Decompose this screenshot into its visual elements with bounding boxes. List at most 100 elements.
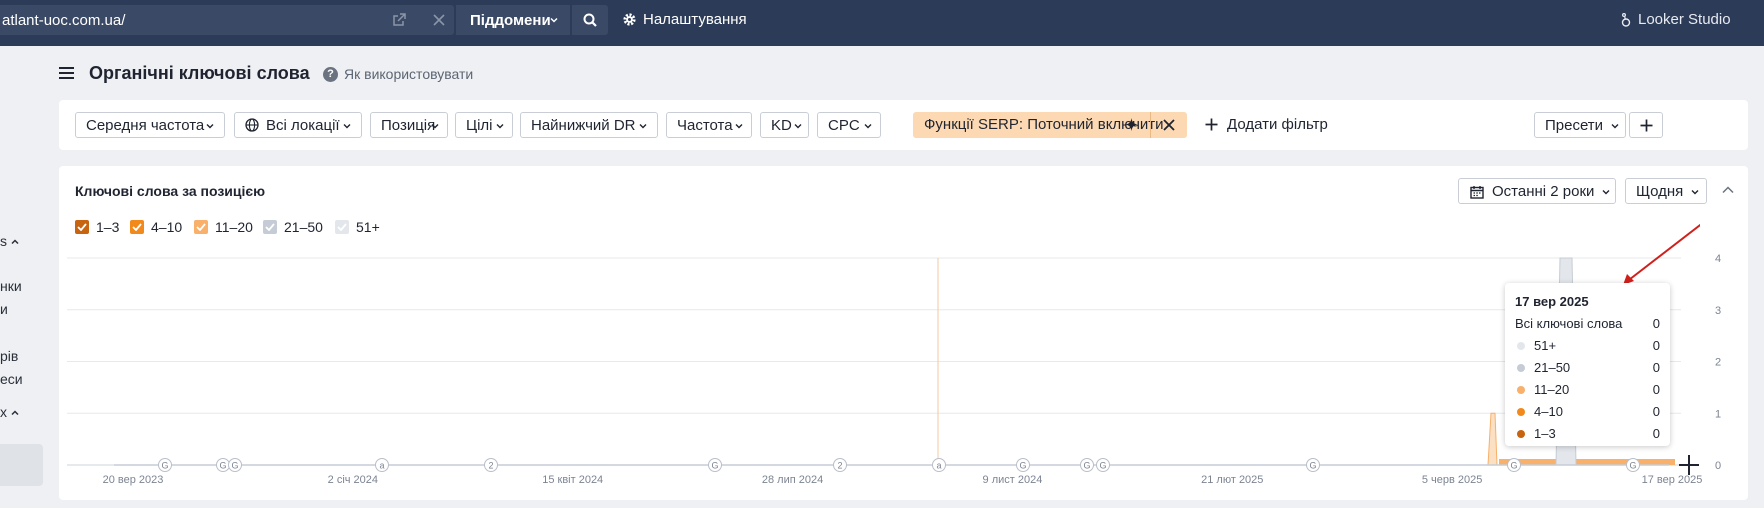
x-tick-label: 28 лип 2024 <box>762 474 823 486</box>
close-icon[interactable] <box>430 11 448 29</box>
x-tick-label: 21 лют 2025 <box>1201 474 1263 486</box>
x-tick-label: 17 вер 2025 <box>1642 474 1703 486</box>
series-dot <box>1517 364 1525 372</box>
granularity-label: Щодня <box>1636 183 1684 200</box>
plus-icon <box>1640 119 1653 132</box>
settings-label: Налаштування <box>643 11 747 28</box>
y-tick-label: 3 <box>1715 305 1721 317</box>
y-tick-label: 2 <box>1715 357 1721 369</box>
chart-tooltip: 17 вер 2025 Всі ключові слова 0 51+ 0 21… <box>1505 283 1670 446</box>
series-dot <box>1517 408 1525 416</box>
tooltip-row: 11–20 0 <box>1515 382 1660 398</box>
x-tick-label: 9 лист 2024 <box>983 474 1043 486</box>
x-tick-label: 2 січ 2024 <box>328 474 378 486</box>
sidebar-item[interactable]: x <box>0 404 19 420</box>
filter-serp-features[interactable]: Функції SERP: Поточний включити <box>913 112 1187 138</box>
chevron-down-icon <box>496 124 504 129</box>
top-bar: atlant-uoc.com.ua/ Піддомени Налаштуванн… <box>0 0 1764 46</box>
sidebar-item[interactable]: s <box>0 233 19 249</box>
checkbox[interactable] <box>75 220 89 234</box>
filter-locations[interactable]: Всі локації <box>234 112 362 138</box>
x-tick-label: 15 квіт 2024 <box>542 474 603 486</box>
checkbox[interactable] <box>194 220 208 234</box>
sidebar-item[interactable]: и <box>0 301 8 317</box>
chevron-up-icon <box>11 410 19 416</box>
add-filter-label: Додати фільтр <box>1227 116 1328 133</box>
calendar-icon <box>1470 186 1484 199</box>
annotation-arrow-icon <box>1623 223 1700 285</box>
filter-intents[interactable]: Цілі <box>455 112 513 138</box>
plus-icon <box>1205 118 1218 131</box>
chevron-down-icon <box>550 17 558 23</box>
annotation-marker-label: G <box>1019 461 1026 471</box>
subdomains-dropdown[interactable]: Піддомени <box>456 5 570 35</box>
check-icon <box>337 223 347 231</box>
filter-avg-volume[interactable]: Середня частота <box>75 112 225 138</box>
looker-label: Looker Studio <box>1638 11 1731 28</box>
tooltip-row: 4–10 0 <box>1515 404 1660 420</box>
annotation-marker-label: G <box>1309 461 1316 471</box>
annotation-marker-label: G <box>161 461 168 471</box>
tooltip-row-all: Всі ключові слова 0 <box>1515 316 1660 331</box>
chevron-down-icon <box>343 124 351 129</box>
filter-kd[interactable]: KD <box>760 112 809 138</box>
series-dot <box>1517 342 1525 350</box>
tooltip-row: 51+ 0 <box>1515 338 1660 354</box>
page-title: Органічні ключові слова <box>89 63 310 83</box>
sidebar-item-selected[interactable] <box>0 444 43 486</box>
tooltip-row: 21–50 0 <box>1515 360 1660 376</box>
filter-cpc[interactable]: CPC <box>817 112 881 138</box>
subdomains-label: Піддомени <box>470 12 551 29</box>
annotation-marker-label: G <box>1629 461 1636 471</box>
presets-dropdown[interactable]: Пресети <box>1534 112 1626 138</box>
filter-position[interactable]: Позиція <box>370 112 448 138</box>
annotation-marker-label: G <box>711 461 718 471</box>
collapse-chevron-icon[interactable] <box>1722 186 1734 194</box>
url-text[interactable]: atlant-uoc.com.ua/ <box>2 12 125 29</box>
x-tick-label: 5 черв 2025 <box>1422 474 1483 486</box>
presets-label: Пресети <box>1545 117 1604 134</box>
help-label: Як використовувати <box>344 66 474 82</box>
hamburger-menu-icon[interactable] <box>59 66 74 80</box>
panel-title: Ключові слова за позицією <box>75 183 266 199</box>
granularity-dropdown[interactable]: Щодня <box>1625 178 1707 204</box>
annotation-marker-label: G <box>1099 461 1106 471</box>
y-tick-label: 4 <box>1715 253 1721 265</box>
annotation-marker-label: 2 <box>837 461 842 471</box>
chevron-down-icon <box>639 124 647 129</box>
sidebar-item[interactable]: нки <box>0 278 22 294</box>
date-range-dropdown[interactable]: Останні 2 роки <box>1458 178 1616 204</box>
crosshair-cursor <box>1679 455 1699 475</box>
y-tick-label: 0 <box>1715 460 1721 472</box>
sidebar-item[interactable]: еси <box>0 371 23 387</box>
chevron-down-icon <box>1611 124 1619 129</box>
chevron-down-icon <box>1602 190 1610 195</box>
x-tick-label: 20 вер 2023 <box>103 474 164 486</box>
checkbox[interactable] <box>130 220 144 234</box>
annotation-marker-label: a <box>936 461 941 471</box>
area-series-11-20 <box>1487 412 1498 466</box>
add-preset-button[interactable] <box>1629 112 1663 138</box>
search-button[interactable] <box>572 5 608 35</box>
annotation-marker-label: G <box>1083 461 1090 471</box>
checkbox[interactable] <box>335 220 349 234</box>
keywords-position-chart[interactable]: 4 3 2 1 0 20 вер 2023 2 січ 2024 15 квіт 2024 28… <box>59 250 1748 500</box>
remove-filter-icon[interactable] <box>1162 118 1176 132</box>
chevron-down-icon <box>794 124 802 129</box>
annotation-marker-label: a <box>379 461 384 471</box>
check-icon <box>132 223 142 231</box>
sidebar-item[interactable]: рів <box>0 348 18 364</box>
area-series-11-20 <box>1499 459 1675 465</box>
chevron-down-icon <box>431 124 439 129</box>
url-input[interactable]: atlant-uoc.com.ua/ <box>0 5 454 35</box>
check-icon <box>77 223 87 231</box>
annotation-marker-label: G <box>1510 461 1517 471</box>
filter-bar: Середня частота Всі локації Позиція Цілі… <box>59 100 1748 150</box>
gear-icon <box>623 13 636 26</box>
chevron-down-icon <box>1691 190 1699 195</box>
checkbox[interactable] <box>263 220 277 234</box>
filter-lowest-dr[interactable]: Найнижчий DR <box>520 112 658 138</box>
sparkle-icon <box>1124 117 1139 132</box>
filter-volume[interactable]: Частота <box>666 112 752 138</box>
external-link-icon[interactable] <box>391 12 407 28</box>
